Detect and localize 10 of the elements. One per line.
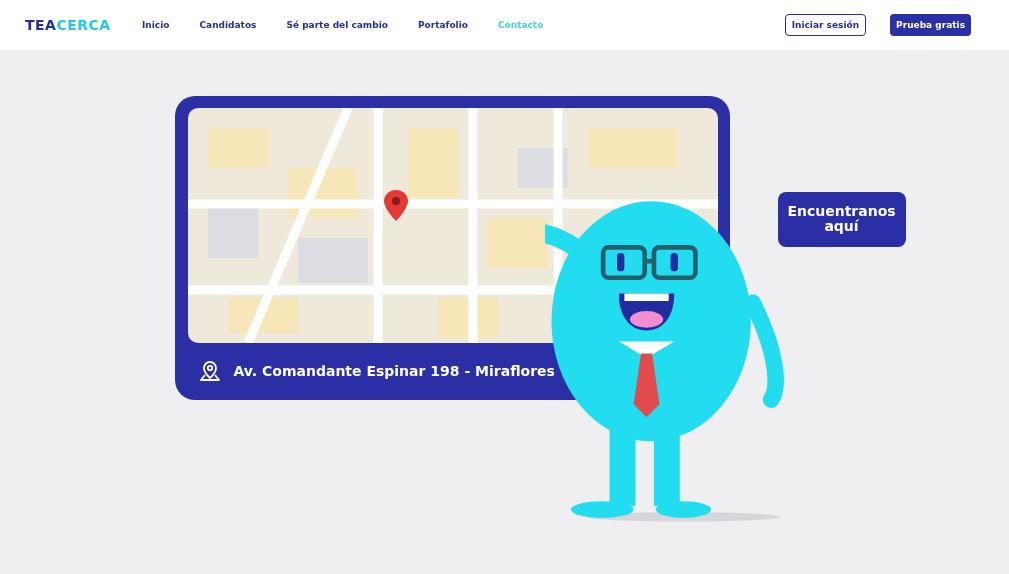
logo[interactable]: TEACERCA [25, 17, 120, 33]
nav-link[interactable]: Portafolio [417, 20, 468, 30]
nav-link[interactable]: Sé parte del cambio [286, 20, 388, 30]
address-text: Av. Comandante Espinar 198 - Miraflores [233, 363, 555, 379]
nav-link[interactable]: Inicio [142, 20, 170, 30]
nav-link[interactable]: Candidatos [199, 20, 257, 30]
speech-bubble: Encuentranos aquí [777, 192, 906, 247]
location-pin-icon [197, 359, 222, 383]
login-button[interactable]: Iniciar sesión [784, 14, 867, 36]
trial-button[interactable]: Prueba gratis [890, 14, 971, 36]
